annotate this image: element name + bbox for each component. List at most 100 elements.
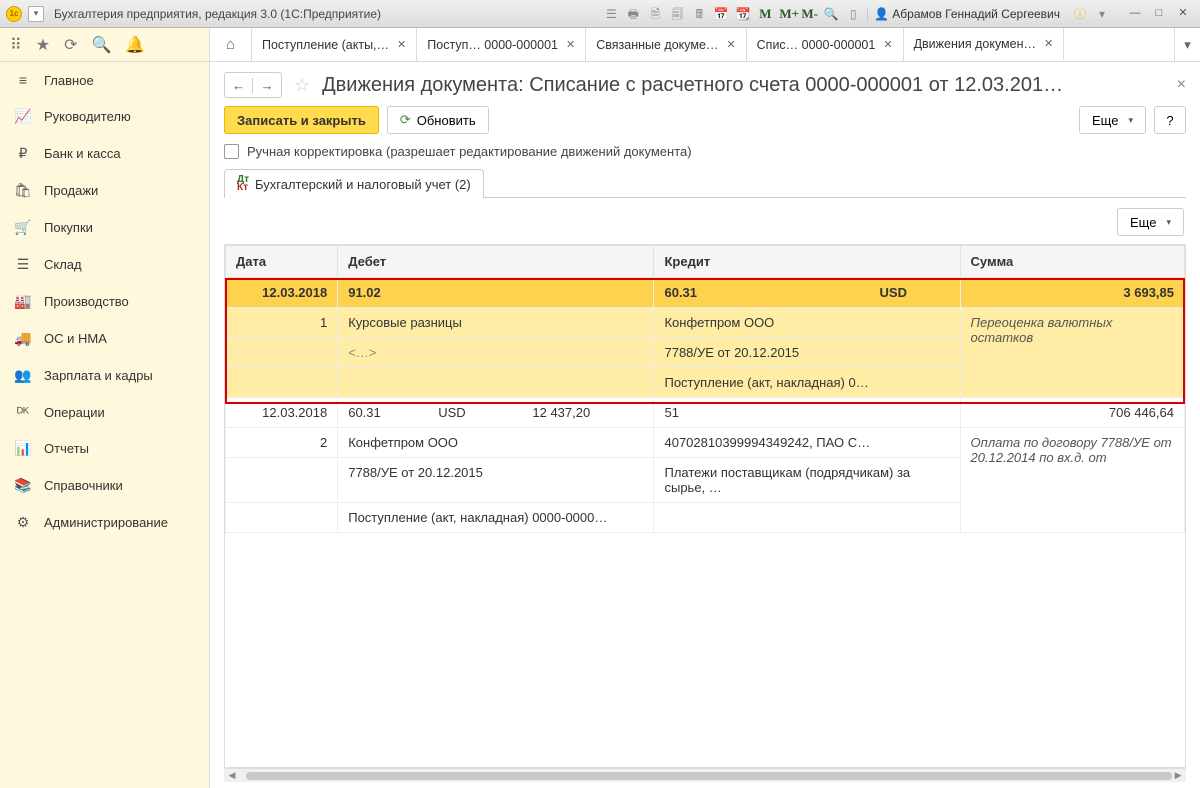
more-button[interactable]: Еще — [1079, 106, 1146, 134]
nav-icon: ≡ — [14, 72, 32, 88]
page-title: Движения документа: Списание с расчетног… — [322, 74, 1171, 97]
nav-item-2[interactable]: ₽Банк и касса — [0, 135, 209, 172]
close-button[interactable]: ✕ — [1172, 5, 1194, 23]
tab-close-icon[interactable]: ✕ — [566, 38, 575, 51]
history-icon[interactable]: ⟳ — [64, 35, 77, 55]
apps-icon[interactable]: ⠿ — [10, 35, 22, 55]
nav-label: Производство — [44, 294, 129, 309]
col-sum[interactable]: Сумма — [960, 246, 1184, 278]
refresh-button[interactable]: ⟳Обновить — [387, 106, 489, 134]
favorite-star-icon[interactable]: ☆ — [294, 75, 310, 96]
maximize-button[interactable]: □ — [1148, 5, 1170, 23]
col-credit[interactable]: Кредит — [654, 246, 960, 278]
copy-icon[interactable]: 🗐 — [669, 6, 685, 22]
doc-icon[interactable]: 🗎 — [647, 6, 663, 22]
current-user[interactable]: 👤 Абрамов Геннадий Сергеевич — [867, 7, 1066, 21]
col-debit[interactable]: Дебет — [338, 246, 654, 278]
page-close-icon[interactable]: × — [1177, 76, 1186, 94]
calendar-icon[interactable]: 📅 — [713, 6, 729, 22]
tab-4[interactable]: Движения докумен…✕ — [904, 28, 1065, 61]
nav-icon: ᴰᴷ — [14, 404, 32, 420]
nav-label: Администрирование — [44, 515, 168, 530]
row-1-header[interactable]: 12.03.2018 91.02 60.31USD 3 693,85 — [226, 278, 1185, 308]
nav-item-5[interactable]: ☰ Склад — [0, 246, 209, 283]
row-1-line1[interactable]: 1 Курсовые разницы Конфетпром ООО Переоц… — [226, 308, 1185, 338]
nav-label: Покупки — [44, 220, 93, 235]
row-2-line1[interactable]: 2 Конфетпром ООО 40702810399994349242, П… — [226, 428, 1185, 458]
nav-item-10[interactable]: 📊Отчеты — [0, 430, 209, 467]
tab-close-icon[interactable]: ✕ — [883, 38, 892, 51]
tab-close-icon[interactable]: ✕ — [397, 38, 406, 51]
manual-correction-label: Ручная корректировка (разрешает редактир… — [247, 144, 692, 159]
calc-icon[interactable]: 🖩 — [691, 6, 707, 22]
nav-item-6[interactable]: 🏭 Производство — [0, 283, 209, 320]
memory-mplus[interactable]: M+ — [779, 6, 795, 22]
nav-icon: 🚚 — [14, 330, 32, 347]
nav-item-4[interactable]: 🛒 Покупки — [0, 209, 209, 246]
tab-3[interactable]: Спис… 0000-000001✕ — [747, 28, 904, 61]
back-icon[interactable]: ← — [225, 78, 253, 93]
nav-back-forward[interactable]: ← → — [224, 72, 282, 98]
info-icon[interactable]: ⓘ — [1072, 6, 1088, 22]
nav-item-0[interactable]: ≡ Главное — [0, 62, 209, 98]
nav-label: Склад — [44, 257, 82, 272]
date-icon[interactable]: 📆 — [735, 6, 751, 22]
search-icon[interactable]: 🔍 — [91, 35, 111, 55]
nav-icon: ☰ — [14, 256, 32, 273]
panel-icon[interactable]: ▯ — [845, 6, 861, 22]
help-button[interactable]: ? — [1154, 106, 1186, 134]
window-title: Бухгалтерия предприятия, редакция 3.0 (1… — [50, 7, 597, 21]
nav-label: Руководителю — [44, 109, 131, 124]
app-menu-dropdown[interactable]: ▾ — [28, 6, 44, 22]
favorites-icon[interactable]: ★ — [36, 35, 50, 55]
notifications-icon[interactable]: 🔔 — [125, 35, 145, 55]
nav-icon: 🛍 — [14, 182, 32, 199]
zoom-icon[interactable]: 🔍 — [823, 6, 839, 22]
nav-icon: 🛒 — [14, 219, 32, 236]
nav-icon: 👥 — [14, 367, 32, 384]
nav-item-8[interactable]: 👥 Зарплата и кадры — [0, 357, 209, 394]
nav-icon: 🏭 — [14, 293, 32, 310]
nav-icon: 📈 — [14, 108, 32, 125]
tabstrip: ⌂ Поступление (акты,…✕Поступ… 0000-00000… — [210, 28, 1200, 62]
nav-item-12[interactable]: ⚙Администрирование — [0, 504, 209, 541]
nav-label: Главное — [44, 73, 94, 88]
nav-item-1[interactable]: 📈 Руководителю — [0, 98, 209, 135]
nav-label: ОС и НМА — [44, 331, 107, 346]
tab-label: Связанные докуме… — [596, 38, 718, 52]
home-tab[interactable]: ⌂ — [210, 28, 252, 61]
minimize-button[interactable]: — — [1124, 5, 1146, 23]
accounting-tab[interactable]: ДтКт Бухгалтерский и налоговый учет (2) — [224, 169, 484, 198]
nav-label: Зарплата и кадры — [44, 368, 153, 383]
tabs-dropdown[interactable]: ▾ — [1174, 28, 1200, 61]
horizontal-scrollbar[interactable]: ◀▶ — [224, 768, 1186, 782]
tab-close-icon[interactable]: ✕ — [1044, 37, 1053, 50]
refresh-icon: ⟳ — [400, 112, 411, 128]
manual-correction-checkbox[interactable] — [224, 144, 239, 159]
table-more-button[interactable]: Еще — [1117, 208, 1184, 236]
nav-label: Операции — [44, 405, 105, 420]
tab-label: Поступление (акты,… — [262, 38, 389, 52]
tab-2[interactable]: Связанные докуме… ✕ — [586, 28, 746, 61]
titlebar: 1c ▾ Бухгалтерия предприятия, редакция 3… — [0, 0, 1200, 28]
nav-label: Справочники — [44, 478, 123, 493]
nav-label: Банк и касса — [44, 146, 121, 161]
nav-item-9[interactable]: ᴰᴷ Операции — [0, 394, 209, 430]
tab-0[interactable]: Поступление (акты,… ✕ — [252, 28, 417, 61]
nav-item-3[interactable]: 🛍Продажи — [0, 172, 209, 209]
save-close-button[interactable]: Записать и закрыть — [224, 106, 379, 134]
movements-table[interactable]: Дата Дебет Кредит Сумма 12.03.2018 91.02 — [224, 244, 1186, 768]
title-icon[interactable]: ☰ — [603, 6, 619, 22]
nav-icon: 📊 — [14, 440, 32, 457]
print-icon[interactable]: 🖶 — [625, 6, 641, 22]
nav-item-7[interactable]: 🚚 ОС и НМА — [0, 320, 209, 357]
col-date[interactable]: Дата — [226, 246, 338, 278]
memory-m[interactable]: M — [757, 6, 773, 22]
nav-item-11[interactable]: 📚Справочники — [0, 467, 209, 504]
row-2-header[interactable]: 12.03.2018 60.31USD12 437,20 51 706 446,… — [226, 398, 1185, 428]
memory-mminus[interactable]: M- — [801, 6, 817, 22]
title-dropdown[interactable]: ▾ — [1094, 6, 1110, 22]
tab-close-icon[interactable]: ✕ — [726, 38, 735, 51]
tab-1[interactable]: Поступ… 0000-000001✕ — [417, 28, 586, 61]
forward-icon[interactable]: → — [253, 78, 281, 93]
